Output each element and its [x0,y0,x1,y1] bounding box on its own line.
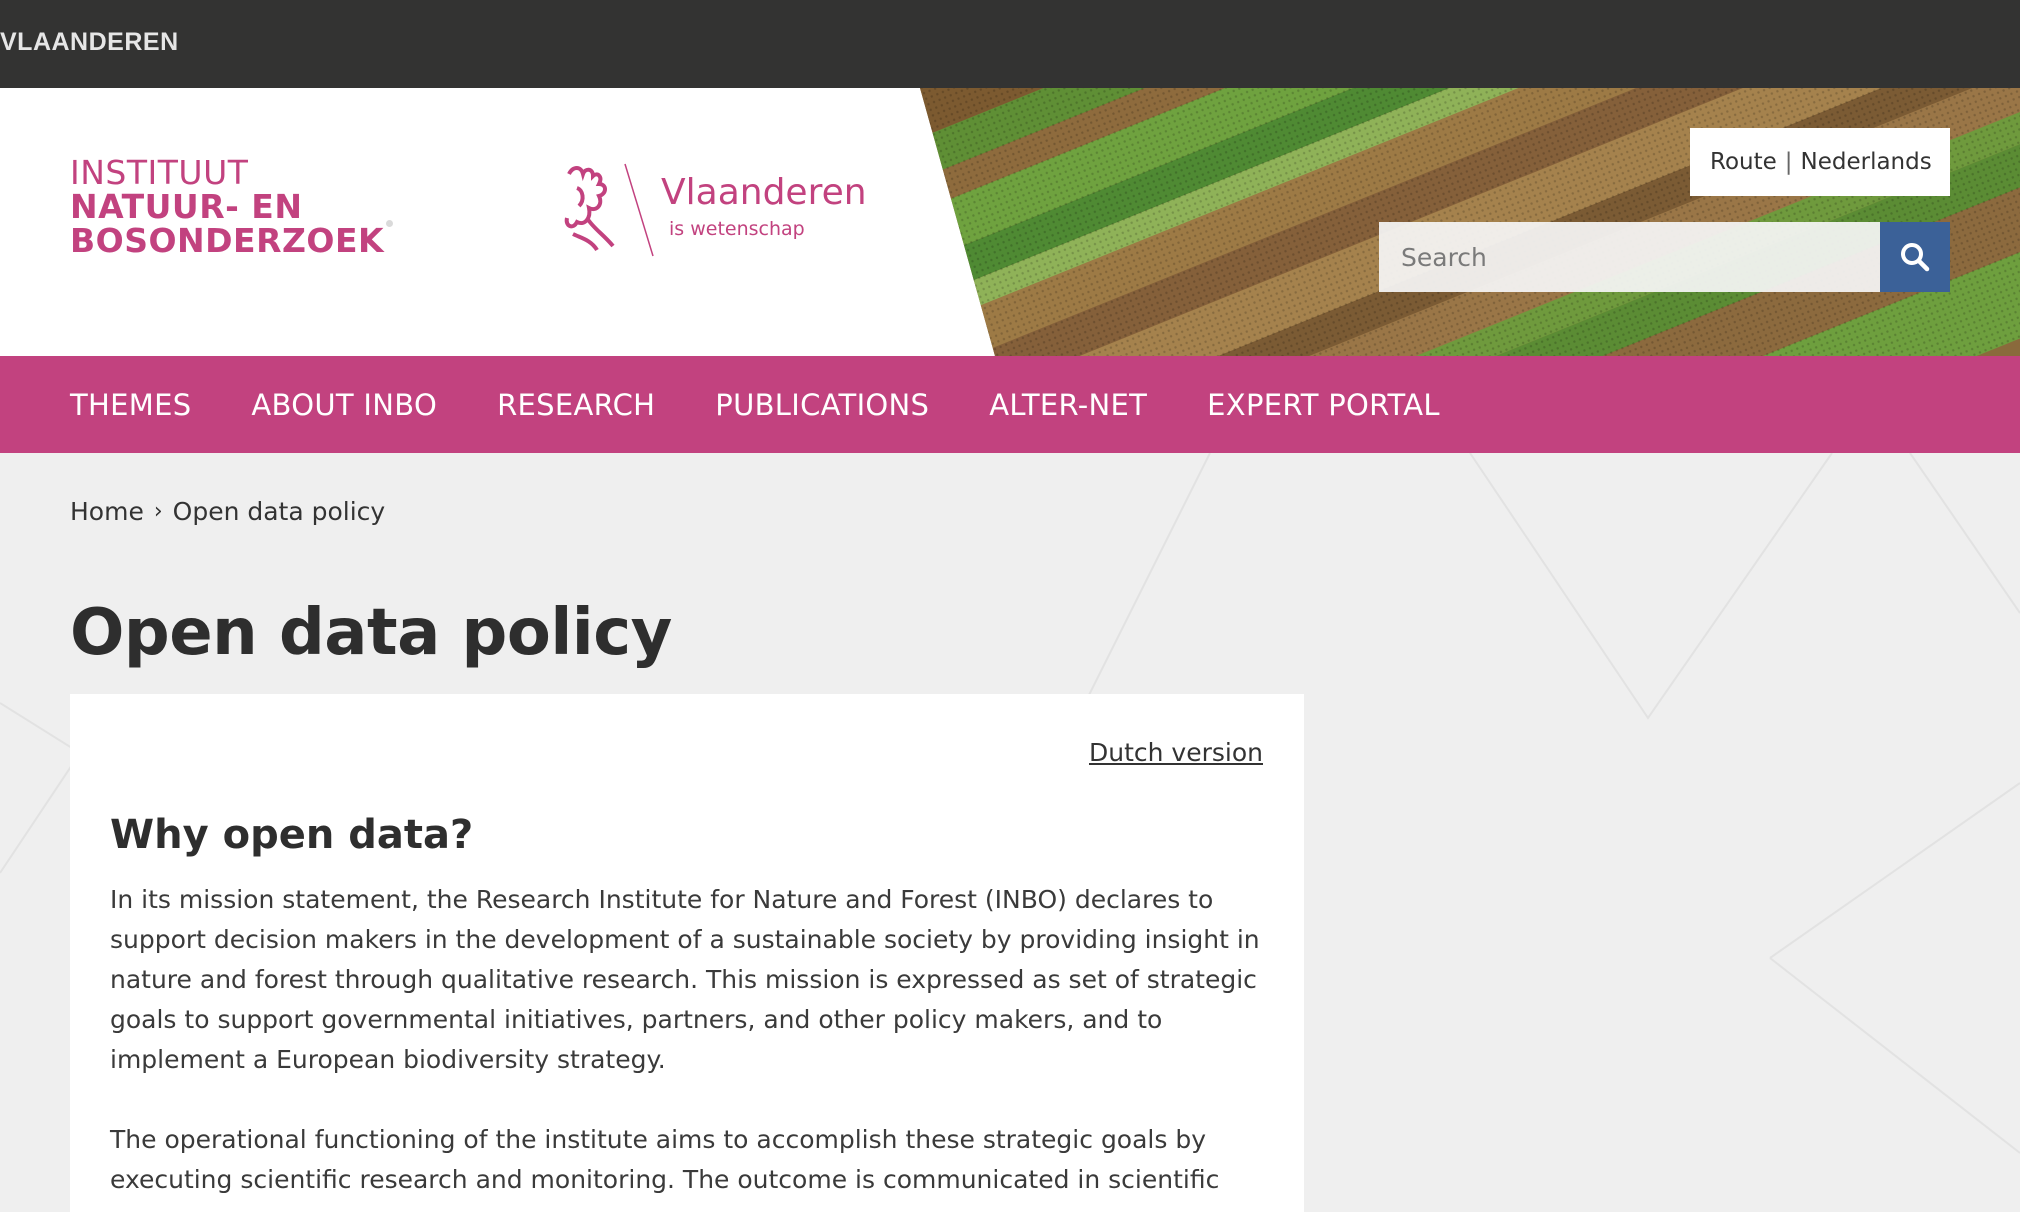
inbo-logo[interactable]: INSTITUUT NATUUR- EN BOSONDERZOEK [70,156,384,258]
section-heading: Why open data? [110,812,474,858]
site-header: INSTITUUT NATUUR- EN BOSONDERZOEK Vlaand… [0,88,2020,356]
chevron-right-icon: › [153,499,163,524]
inbo-logo-line1: INSTITUUT [70,153,249,192]
search-button[interactable] [1880,222,1950,292]
language-link[interactable]: Nederlands [1801,149,1932,175]
nav-item-themes[interactable]: THEMES [70,388,191,422]
paragraph-1: In its mission statement, the Research I… [110,885,1260,1074]
page-title: Open data policy [70,596,672,670]
breadcrumb-current: Open data policy [172,497,386,526]
dutch-version-link[interactable]: Dutch version [1089,738,1263,767]
main-navigation: THEMES ABOUT INBO RESEARCH PUBLICATIONS … [0,356,2020,453]
search-icon [1901,243,1930,272]
top-bar: VLAANDEREN [0,0,2020,88]
nav-item-publications[interactable]: PUBLICATIONS [715,388,929,422]
inbo-logo-line2: NATUUR- EN [70,187,303,226]
utility-links: Route | Nederlands [1690,128,1950,196]
nav-item-research[interactable]: RESEARCH [497,388,655,422]
vlaanderen-logo-name: Vlaanderen [661,172,867,213]
breadcrumb-home[interactable]: Home [70,497,144,526]
nav-item-about-inbo[interactable]: ABOUT INBO [251,388,437,422]
breadcrumb: Home › Open data policy [70,497,385,526]
search-bar [1379,222,1950,292]
vlaanderen-logo-tagline: is wetenschap [669,218,805,240]
paragraph-2: The operational functioning of the insti… [110,1125,1220,1194]
search-input[interactable] [1379,222,1880,292]
inbo-logo-line3: BOSONDERZOEK [70,221,385,260]
nav-item-expert-portal[interactable]: EXPERT PORTAL [1207,388,1440,422]
vlaanderen-topbar-label[interactable]: VLAANDEREN [0,28,179,57]
route-link[interactable]: Route [1710,149,1777,175]
utility-separator: | [1784,149,1793,175]
vlaanderen-logo[interactable]: Vlaanderen is wetenschap [563,160,883,260]
content-card: Dutch version Why open data? In its miss… [70,694,1304,1212]
logo-separator-dot [386,220,393,227]
vlaanderen-lion-icon [564,163,654,257]
nav-item-alter-net[interactable]: ALTER-NET [989,388,1147,422]
